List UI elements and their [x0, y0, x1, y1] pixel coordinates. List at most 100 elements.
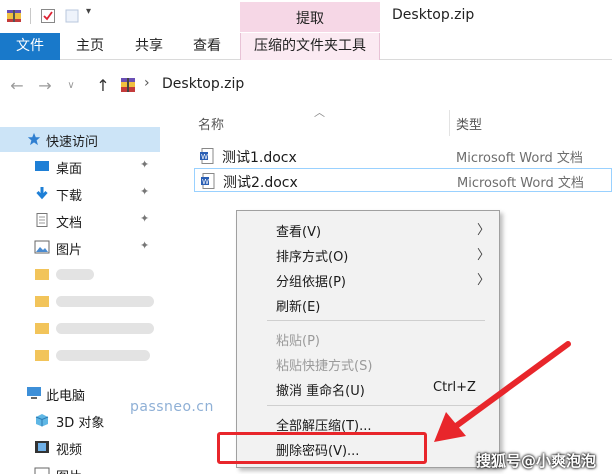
- context-group-label: 提取: [296, 11, 324, 27]
- address-field[interactable]: › Desktop.zip: [116, 70, 612, 100]
- menu-item-label: 排序方式(O): [276, 250, 349, 265]
- star-icon: [27, 132, 41, 146]
- window-title: Desktop.zip: [392, 7, 475, 23]
- menu-item-label: 粘贴(P): [276, 334, 320, 349]
- nav-folder-blurred[interactable]: [0, 343, 160, 368]
- submenu-arrow-icon: 〉: [477, 223, 491, 238]
- svg-text:W: W: [201, 153, 208, 161]
- word-document-icon: W: [201, 173, 215, 189]
- document-icon: [36, 213, 48, 227]
- breadcrumb-chevron-icon[interactable]: ›: [144, 75, 150, 91]
- file-type: Microsoft Word 文档: [456, 151, 583, 166]
- film-icon: [35, 441, 49, 453]
- back-icon[interactable]: ←: [8, 76, 26, 95]
- folder-icon: [35, 269, 49, 280]
- recent-locations-icon[interactable]: ∨: [62, 80, 80, 91]
- pin-icon[interactable]: ✦: [140, 212, 149, 225]
- menu-separator: [267, 320, 485, 321]
- nav-label: 视频: [56, 443, 83, 458]
- ribbon-tabs: 文件 主页 共享 查看 压缩的文件夹工具: [0, 33, 612, 60]
- redacted-label: [56, 323, 154, 334]
- nav-label: 下载: [56, 189, 83, 204]
- file-row[interactable]: W 测试1.docx Microsoft Word 文档: [194, 144, 612, 168]
- menu-item-shortcut: Ctrl+Z: [433, 380, 476, 395]
- download-icon: [36, 187, 48, 200]
- nav-label: 图片: [56, 243, 83, 258]
- nav-folder-blurred[interactable]: [0, 262, 160, 287]
- title-bar: ▾ 提取 Desktop.zip: [0, 0, 612, 33]
- nav-videos[interactable]: 视频: [0, 435, 160, 460]
- nav-label: 桌面: [56, 162, 83, 177]
- file-row-selected[interactable]: W 测试2.docx Microsoft Word 文档: [194, 168, 612, 192]
- nav-label: 此电脑: [46, 389, 86, 404]
- forward-icon[interactable]: →: [36, 76, 54, 95]
- menu-item-paste[interactable]: 粘贴(P): [237, 325, 499, 350]
- nav-pictures[interactable]: 图片 ✦: [0, 235, 160, 260]
- customize-toolbar-icon[interactable]: ▾: [86, 6, 91, 17]
- menu-item-label: 撤消 重命名(U): [276, 384, 365, 399]
- nav-quick-access[interactable]: 快速访问: [0, 127, 160, 152]
- word-document-icon: W: [200, 148, 214, 164]
- menu-item-sort-by[interactable]: 排序方式(O) 〉: [237, 241, 499, 266]
- nav-label: 文档: [56, 216, 83, 231]
- breadcrumb-path[interactable]: Desktop.zip: [162, 76, 244, 92]
- column-header-name[interactable]: 名称: [198, 114, 224, 133]
- desktop-icon: [35, 161, 49, 171]
- computer-icon: [27, 387, 41, 399]
- menu-item-label: 刷新(E): [276, 300, 321, 315]
- redacted-label: [56, 269, 94, 280]
- nav-label: 3D 对象: [56, 416, 105, 431]
- tab-file[interactable]: 文件: [0, 33, 60, 60]
- redacted-label: [56, 296, 154, 307]
- nav-folder-blurred[interactable]: [0, 316, 160, 341]
- nav-folder-blurred[interactable]: [0, 289, 160, 314]
- tab-share[interactable]: 共享: [135, 33, 163, 60]
- pictures-icon: [34, 467, 50, 474]
- menu-item-label: 分组依据(P): [276, 275, 346, 290]
- watermark-site: passneo.cn: [130, 399, 214, 415]
- tab-home[interactable]: 主页: [76, 33, 104, 60]
- menu-separator: [267, 405, 485, 406]
- column-divider[interactable]: [449, 110, 450, 136]
- pin-icon[interactable]: ✦: [140, 185, 149, 198]
- folder-icon: [35, 350, 49, 361]
- menu-item-label: 粘贴快捷方式(S): [276, 359, 373, 374]
- zip-icon: [121, 78, 135, 92]
- menu-item-paste-shortcut[interactable]: 粘贴快捷方式(S): [237, 350, 499, 375]
- menu-item-label: 查看(V): [276, 225, 322, 240]
- new-folder-icon[interactable]: [64, 8, 80, 24]
- nav-label: 快速访问: [46, 135, 99, 150]
- nav-pc-pictures[interactable]: 图片: [0, 462, 160, 474]
- toolbar-divider: [30, 8, 31, 24]
- menu-item-view[interactable]: 查看(V) 〉: [237, 216, 499, 241]
- menu-item-refresh[interactable]: 刷新(E): [237, 291, 499, 316]
- properties-icon[interactable]: [40, 8, 56, 24]
- pin-icon[interactable]: ✦: [140, 239, 149, 252]
- nav-label: 图片: [56, 466, 82, 474]
- submenu-arrow-icon: 〉: [477, 273, 491, 288]
- menu-item-undo-rename[interactable]: 撤消 重命名(U) Ctrl+Z: [237, 375, 499, 400]
- nav-desktop[interactable]: 桌面 ✦: [0, 154, 160, 179]
- column-header-type[interactable]: 类型: [456, 114, 482, 133]
- up-icon[interactable]: ↑: [94, 76, 112, 95]
- context-group-header: 提取: [240, 2, 380, 32]
- redacted-label: [56, 350, 150, 361]
- app-icon[interactable]: [6, 8, 22, 24]
- cube-icon: [35, 414, 49, 427]
- folder-icon: [35, 296, 49, 307]
- submenu-arrow-icon: 〉: [477, 248, 491, 263]
- address-bar-row: ← → ∨ ↑ › Desktop.zip: [0, 60, 612, 110]
- pictures-icon: [34, 240, 50, 254]
- menu-item-group-by[interactable]: 分组依据(P) 〉: [237, 266, 499, 291]
- nav-documents[interactable]: 文档 ✦: [0, 208, 160, 233]
- tab-view[interactable]: 查看: [193, 33, 221, 60]
- navigation-pane: 快速访问 桌面 ✦ 下载 ✦ 文档 ✦ 图片 ✦ 此电脑 3D 对象 视频: [0, 110, 160, 474]
- tab-compressed-folder-tools[interactable]: 压缩的文件夹工具: [240, 33, 380, 60]
- pin-icon[interactable]: ✦: [140, 158, 149, 171]
- file-type: Microsoft Word 文档: [457, 176, 584, 191]
- annotation-highlight-box: [217, 432, 427, 464]
- file-name: 测试2.docx: [223, 175, 298, 191]
- folder-icon: [35, 323, 49, 334]
- sort-ascending-icon: ︿: [314, 106, 325, 119]
- nav-downloads[interactable]: 下载 ✦: [0, 181, 160, 206]
